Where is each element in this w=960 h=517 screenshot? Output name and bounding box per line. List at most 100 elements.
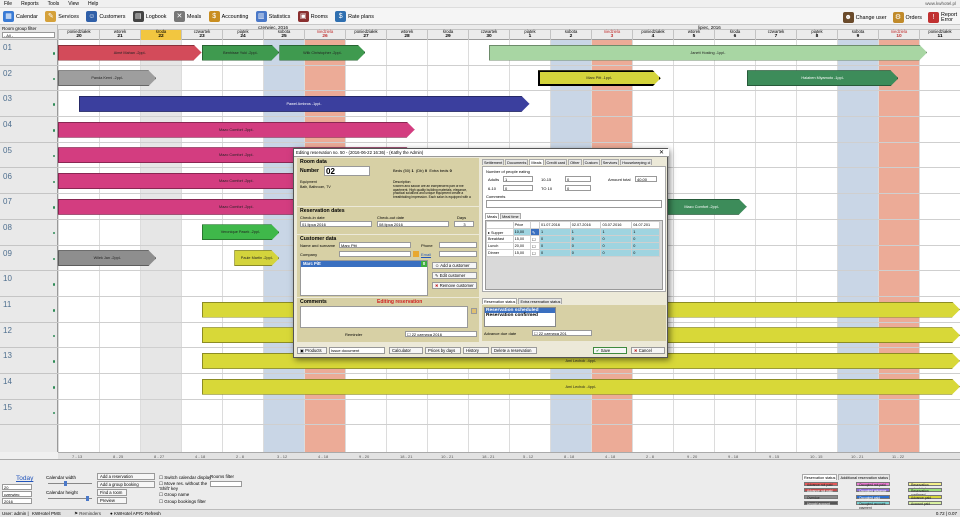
calculator-button[interactable]: Calculator bbox=[389, 347, 423, 354]
tab-additional-status[interactable]: Additional reservation status bbox=[838, 474, 891, 480]
slider-thumb[interactable] bbox=[64, 481, 67, 486]
name-input[interactable]: Marc Pitt bbox=[339, 242, 411, 248]
room-row-label[interactable]: 15 bbox=[0, 400, 58, 426]
day-header-cell[interactable]: piątek 1 bbox=[509, 29, 550, 40]
meal-count[interactable]: 1 bbox=[631, 228, 660, 236]
meal-checkbox[interactable]: ☐ bbox=[530, 242, 540, 250]
remove-customer-button[interactable]: ✖ Remove customer bbox=[432, 282, 477, 289]
subtab-meals[interactable]: Meals bbox=[485, 213, 500, 219]
meal-count[interactable]: 0 bbox=[569, 235, 602, 243]
room-row-label[interactable]: 07 bbox=[0, 194, 58, 220]
accounting-button[interactable]: $ Accounting bbox=[206, 9, 252, 24]
reservation-bar[interactable]: Wilek Jan -2ppl- bbox=[58, 250, 156, 266]
reminder-date[interactable]: ☐ 22 czerwca 2016 bbox=[405, 331, 477, 337]
meal-price[interactable]: 10,00 bbox=[512, 228, 532, 236]
reservation-bar[interactable]: Aimé Mahan -2ppl- bbox=[58, 45, 202, 61]
day-header-cell[interactable]: czwartek 30 bbox=[468, 29, 509, 40]
reservation-bar[interactable]: Veronique Pasek -2ppl- bbox=[202, 224, 280, 240]
email-link[interactable]: Email bbox=[421, 252, 431, 257]
day-header-cell[interactable]: wtorek 5 bbox=[673, 29, 714, 40]
tab-settlement[interactable]: Settlement bbox=[482, 159, 505, 165]
checkout-date[interactable]: 08 lipca 2016 bbox=[377, 221, 449, 227]
preview-button[interactable]: Preview bbox=[97, 497, 127, 504]
meal-count[interactable]: 0 bbox=[600, 242, 633, 250]
calendar-height-slider[interactable] bbox=[48, 496, 92, 501]
day-header-cell[interactable]: niedziela 10 bbox=[878, 29, 919, 40]
tab-reservation-status[interactable]: Reservation status bbox=[802, 474, 838, 480]
day-header-cell[interactable]: poniedziałek 20 bbox=[58, 29, 99, 40]
checkin-date[interactable]: 01 lipca 2016 bbox=[300, 221, 372, 227]
meal-count[interactable]: 0 bbox=[631, 235, 660, 243]
prices-by-days-button[interactable]: Prices by days bbox=[425, 347, 461, 354]
amount-total[interactable]: 40,00 bbox=[635, 176, 657, 182]
meal-count[interactable]: 1 bbox=[600, 228, 633, 236]
tab-housekeeping[interactable]: Housekeeping cl bbox=[620, 159, 653, 165]
reservation-bar[interactable]: Ami Lechok -4ppl- bbox=[202, 379, 960, 395]
products-button[interactable]: ▣ Products bbox=[297, 347, 327, 354]
phone-input[interactable] bbox=[439, 242, 477, 248]
guest-list[interactable]: Marc Pitt 0 bbox=[300, 260, 428, 296]
day-header-cell[interactable]: czwartek 7 bbox=[755, 29, 796, 40]
logbook-button[interactable]: ▤ Logbook bbox=[130, 9, 170, 24]
room-row-label[interactable]: 14 bbox=[0, 374, 58, 400]
age-610-stepper[interactable]: 0 bbox=[503, 185, 533, 191]
age-0-stepper[interactable]: 0 bbox=[565, 185, 591, 191]
day-select[interactable]: 20 bbox=[2, 484, 32, 490]
meal-checkbox[interactable]: ☐ bbox=[530, 235, 540, 243]
day-header-cell[interactable]: niedziela 3 bbox=[591, 29, 632, 40]
adults-stepper[interactable]: 1 bbox=[503, 176, 533, 182]
switch-display-checkbox[interactable]: ☐ Switch calendar display bbox=[159, 474, 211, 481]
meal-count[interactable]: 0 bbox=[569, 249, 602, 257]
day-header-cell[interactable]: sobota 2 bbox=[550, 29, 591, 40]
tab-meals[interactable]: Meals bbox=[529, 159, 544, 165]
today-link[interactable]: Today bbox=[16, 475, 33, 482]
statistics-button[interactable]: ▥ Statistics bbox=[253, 9, 294, 24]
day-header-cell[interactable]: poniedziałek 4 bbox=[632, 29, 673, 40]
room-row-label[interactable]: 06 bbox=[0, 169, 58, 195]
meal-count[interactable]: 0 bbox=[538, 242, 571, 250]
save-button[interactable]: ✔ Save bbox=[593, 347, 627, 354]
meal-count[interactable]: 0 bbox=[600, 235, 633, 243]
room-row-label[interactable]: 05 bbox=[0, 143, 58, 169]
day-header-cell[interactable]: piątek 24 bbox=[222, 29, 263, 40]
edit-customer-button[interactable]: ✎ Edit customer bbox=[432, 272, 477, 279]
meal-row[interactable]: Lunch 20,00 ☐ 0 0 0 0 bbox=[486, 242, 660, 250]
menu-view[interactable]: View bbox=[68, 1, 79, 7]
calendar-button[interactable]: ▦ Calendar bbox=[0, 9, 41, 24]
month-select[interactable]: czerwiec bbox=[2, 491, 32, 497]
group-name-checkbox[interactable]: ☐ Group name bbox=[159, 491, 211, 498]
customers-button[interactable]: ☺ Customers bbox=[83, 9, 128, 24]
rooms-filter-input[interactable] bbox=[210, 481, 242, 487]
day-header-cell[interactable]: piątek 8 bbox=[796, 29, 837, 40]
reservation-bar[interactable]: Halaben Miyamoto -1ppl- bbox=[747, 70, 899, 86]
room-row-label[interactable]: 09 bbox=[0, 246, 58, 272]
company-search-icon[interactable] bbox=[413, 251, 419, 257]
tab-extra-status[interactable]: Extra reservation status bbox=[518, 298, 563, 304]
meal-count[interactable]: 1 bbox=[569, 228, 602, 236]
tab-other[interactable]: Other bbox=[568, 159, 582, 165]
meal-count[interactable]: 0 bbox=[569, 242, 602, 250]
day-header-cell[interactable]: poniedziałek 11 bbox=[919, 29, 960, 40]
add-customer-button[interactable]: ☺ Add a customer bbox=[432, 262, 477, 269]
meal-count[interactable]: 0 bbox=[538, 235, 571, 243]
days-stepper[interactable]: 3 bbox=[454, 221, 474, 227]
change-user-button[interactable]: ☻ Change user bbox=[840, 10, 890, 25]
meal-count[interactable]: 0 bbox=[538, 249, 571, 257]
rate-plans-button[interactable]: $ Rate plans bbox=[332, 9, 377, 24]
tab-credit-card[interactable]: Credit card bbox=[544, 159, 568, 165]
meal-row[interactable]: Dinner 15,00 ☐ 0 0 0 0 bbox=[486, 249, 660, 257]
meals-button[interactable]: ✕ Meals bbox=[171, 9, 204, 24]
day-header-cell[interactable]: wtorek 21 bbox=[99, 29, 140, 40]
cancel-button[interactable]: ✖ Cancel bbox=[631, 347, 665, 354]
day-header-cell[interactable]: sobota 9 bbox=[837, 29, 878, 40]
reminders-link[interactable]: ⚑ Reminders bbox=[74, 511, 101, 517]
reservation-bar[interactable]: Panda Kerni -2ppl- bbox=[58, 70, 156, 86]
room-row-label[interactable]: 13 bbox=[0, 348, 58, 375]
services-button[interactable]: ✎ Services bbox=[42, 9, 82, 24]
orders-button[interactable]: ⚙ Orders bbox=[890, 10, 925, 25]
menu-help[interactable]: Help bbox=[88, 1, 98, 7]
find-room-button[interactable]: Find a room bbox=[97, 489, 127, 496]
slider-thumb[interactable] bbox=[86, 496, 89, 501]
refresh-link[interactable]: ↻ Refresh bbox=[140, 511, 161, 517]
issue-document-select[interactable]: Issue document bbox=[329, 347, 385, 354]
